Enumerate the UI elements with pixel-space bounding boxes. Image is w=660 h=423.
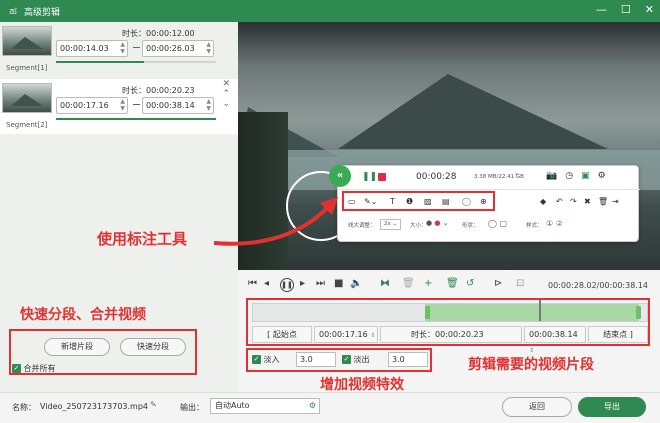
next-frame-icon[interactable]: ▸ — [300, 278, 305, 289]
time-separator — [133, 104, 140, 105]
trash-icon[interactable]: 🗑 — [402, 278, 415, 289]
segment-end-input[interactable]: 00:00:26.03 ▲ ▼ — [142, 40, 214, 57]
eraser-icon[interactable]: ◆ — [540, 197, 546, 206]
spinner-icon[interactable]: ▲ ▼ — [206, 98, 211, 112]
segment-progress — [56, 118, 216, 120]
exit-icon[interactable]: ⇥ — [612, 197, 619, 206]
mark-out-icon[interactable]: ⊡ — [516, 278, 524, 289]
shape-options[interactable]: ◯ ▢ — [488, 219, 507, 228]
style-label: 样式： — [526, 223, 543, 229]
line-width-select[interactable]: 2x ⌄ — [380, 219, 402, 230]
name-label: 名称： — [12, 403, 36, 412]
annotation-add-effects: 增加视频特效 — [320, 377, 404, 393]
move-down-icon[interactable]: ⌄ — [222, 99, 230, 109]
segment-progress-fill — [56, 61, 144, 63]
stop-icon[interactable]: ■ — [334, 278, 343, 289]
remove-segment-icon[interactable]: ✕ — [222, 79, 230, 89]
segment-label: Segment[2] — [6, 121, 48, 129]
spinner-icon[interactable]: ▲ ▼ — [120, 98, 125, 112]
redo-icon[interactable]: ↷ — [570, 197, 577, 206]
segment-thumbnail — [2, 83, 52, 113]
segment-item[interactable]: Segment[2] 时长：00:00:20.23 00:00:17.16 ▲ ▼ … — [0, 79, 238, 134]
segment-progress-fill — [56, 118, 216, 120]
minimize-icon[interactable]: — — [596, 3, 607, 16]
spinner-icon[interactable]: ▲ ▼ — [206, 41, 211, 55]
pause-icon[interactable]: ❚❚ — [362, 172, 377, 182]
collapse-toolbar-icon[interactable]: « — [329, 165, 351, 187]
export-button[interactable]: 导出 — [578, 397, 646, 417]
back-button[interactable]: 返回 — [502, 397, 572, 417]
segment-start-input[interactable]: 00:00:17.16 ▲ ▼ — [56, 97, 128, 114]
add-icon[interactable]: + — [424, 278, 432, 289]
clock-icon[interactable]: ◷ — [565, 171, 573, 181]
size-dots[interactable]: ● ● ⌄ — [426, 219, 449, 227]
output-label: 输出： — [180, 403, 204, 412]
segment-controls: ✕ ⌃ ⌄ — [222, 79, 230, 109]
annotation-box-trim — [246, 298, 650, 346]
segment-item[interactable]: Segment[1] 时长：00:00:12.00 00:00:14.03 ▲ ▼ … — [0, 22, 238, 77]
size-label: 大小： — [410, 223, 427, 229]
output-select[interactable]: 自动Auto ⚙ — [210, 398, 320, 414]
app-logo-icon: ಹ — [9, 4, 17, 17]
annotation-arrow — [213, 197, 338, 246]
playback-time: 00:00:28.02/00:00:38.14 — [548, 281, 648, 290]
annotation-box-tools — [342, 191, 495, 211]
segment-duration: 时长：00:00:20.23 — [122, 86, 195, 95]
title-bar: ಹ 高级剪辑 — ☐ ✕ — [0, 0, 660, 22]
segment-duration: 时长：00:00:12.00 — [122, 29, 195, 38]
editor-controls: ⏮ ◂ ❚❚ ▸ ⏭ ■ 🔈 ⧓ 🗑 + 🗑 ↺ ⊳ ⊡ 00:00:28.02… — [238, 270, 660, 393]
toolbox-icon[interactable]: ▣ — [581, 171, 590, 181]
reset-icon[interactable]: ↺ — [466, 278, 474, 289]
edit-name-icon[interactable]: ✎ — [150, 400, 157, 409]
clear-icon[interactable]: ✖ — [584, 197, 591, 206]
style-options[interactable]: ① ② — [546, 219, 563, 228]
mark-in-icon[interactable]: ⊳ — [494, 278, 502, 289]
delete-segment-icon[interactable]: 🗑 — [446, 278, 459, 289]
stop-record-icon[interactable] — [378, 173, 386, 181]
shape-label: 形状： — [462, 223, 479, 229]
undo-icon[interactable]: ↶ — [556, 197, 563, 206]
delete-icon[interactable]: 🗑 — [598, 197, 608, 206]
segment-end-input[interactable]: 00:00:38.14 ▲ ▼ — [142, 97, 214, 114]
annotation-trim-segment: 剪辑需要的视频片段 — [468, 357, 594, 373]
bottom-bar: 名称： Video_250723173703.mp4 ✎ 输出： 自动Auto ⚙… — [0, 392, 660, 423]
skip-start-icon[interactable]: ⏮ — [248, 278, 257, 289]
annotation-use-tools: 使用标注工具 — [97, 230, 188, 248]
gear-icon[interactable]: ⚙ — [309, 399, 316, 413]
spinner-icon[interactable]: ⇕ — [529, 347, 534, 354]
record-time: 00:00:28 — [416, 172, 457, 182]
gear-icon[interactable]: ⚙ — [598, 171, 606, 181]
segment-thumbnail — [2, 26, 52, 56]
volume-icon[interactable]: 🔈 — [350, 278, 362, 289]
segment-panel: Segment[1] 时长：00:00:12.00 00:00:14.03 ▲ ▼ … — [0, 22, 238, 392]
pause-button[interactable]: ❚❚ — [280, 278, 294, 292]
split-icon[interactable]: ⧓ — [380, 278, 390, 289]
move-up-icon[interactable]: ⌃ — [222, 89, 230, 99]
camera-icon[interactable]: 📷 — [546, 171, 557, 181]
annotation-box-split — [9, 329, 197, 375]
line-width-label: 线大调整： — [348, 223, 376, 229]
segment-start-input[interactable]: 00:00:14.03 ▲ ▼ — [56, 40, 128, 57]
annotation-split-merge: 快速分段、合并视频 — [20, 307, 146, 323]
close-icon[interactable]: ✕ — [645, 3, 654, 16]
spinner-icon[interactable]: ▲ ▼ — [120, 41, 125, 55]
maximize-icon[interactable]: ☐ — [621, 3, 631, 16]
file-name: Video_250723173703.mp4 — [40, 402, 148, 411]
segment-progress — [56, 61, 216, 63]
annotation-box-effects — [246, 348, 432, 372]
window-title: 高级剪辑 — [24, 7, 61, 18]
skip-end-icon[interactable]: ⏭ — [316, 278, 325, 289]
app-window: ಹ 高级剪辑 — ☐ ✕ Segment[1] 时长：00:00:12.00 0… — [0, 0, 660, 423]
segment-label: Segment[1] — [6, 64, 48, 72]
prev-frame-icon[interactable]: ◂ — [264, 278, 269, 289]
chevron-up-icon[interactable]: ⌃ — [514, 172, 520, 180]
time-separator — [133, 47, 140, 48]
